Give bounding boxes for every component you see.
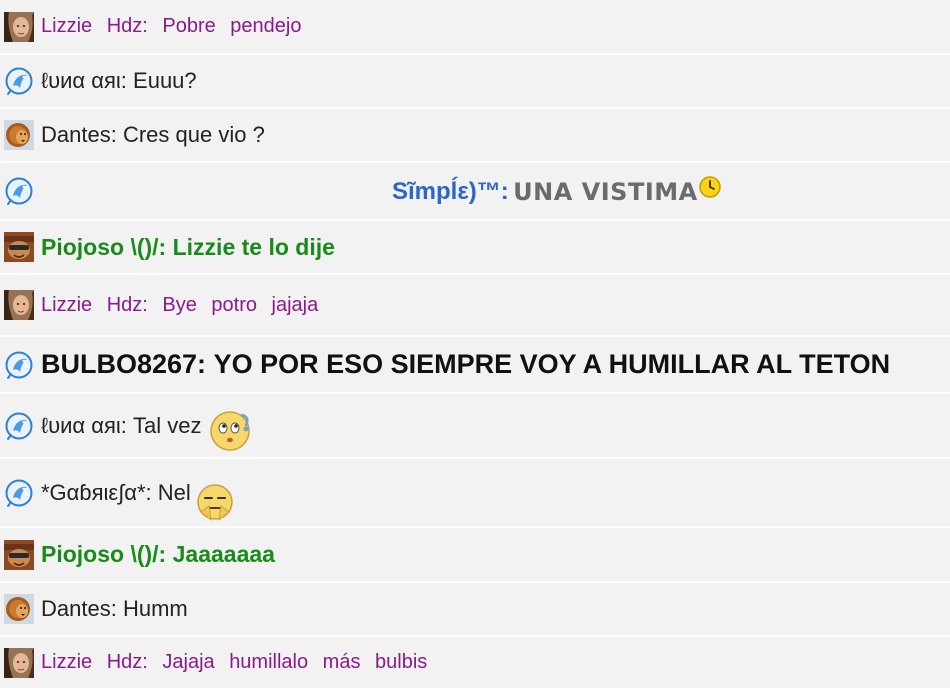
message-sender: Lizzie Hdz: (41, 293, 148, 316)
msn-bird-icon (5, 177, 33, 205)
piojoso-avatar (4, 539, 34, 570)
chat-message: Lizzie Hdz: Bye potro jajaja (0, 275, 950, 337)
chat-message: Piojoso \()/: Jaaaaaaa (0, 528, 950, 583)
chat-message: Dantes: Cres que vio ? (0, 109, 950, 163)
message-text: Bye potro jajaja (162, 293, 319, 316)
message-text: Pobre pendejo (162, 15, 302, 37)
lizzie-avatar (4, 290, 34, 320)
message-text: Lizzie te lo dije (172, 233, 335, 260)
chat-transcript: Lizzie Hdz: Pobre pendejo ℓυиα αяι: Euuu… (0, 0, 950, 688)
message-sender: Piojoso \()/: (41, 541, 167, 567)
piojoso-avatar (4, 232, 34, 262)
lizzie-avatar (4, 11, 34, 42)
lizzie-avatar (4, 647, 34, 678)
chat-message: Lizzie Hdz: Jajaja humillalo más bulbis (0, 637, 950, 688)
clock-emoticon (698, 176, 721, 198)
annoyed-emoticon (197, 483, 233, 521)
message-text: Jaaaaaaa (172, 541, 275, 567)
msn-bird-icon (5, 351, 33, 379)
msn-bird-icon (5, 479, 33, 507)
dantes-avatar (4, 594, 34, 624)
message-sender: Lizzie Hdz: (41, 651, 148, 673)
message-text: Tal vez (133, 412, 202, 438)
msn-bird-icon (5, 67, 33, 95)
message-text: Cres que vio ? (122, 122, 265, 147)
message-sender: Dantes: (41, 596, 117, 621)
message-sender: Dantes: (41, 122, 117, 147)
chat-message: ℓυиα αяι: Tal vez (0, 394, 950, 459)
chat-message: BULBO8267: YO POR ESO SIEMPRE VOY A HUMI… (0, 337, 950, 394)
message-sender: ℓυиα αяι: (41, 412, 127, 438)
message-sender: Piojoso \()/: (41, 233, 167, 260)
dantes-avatar (4, 120, 34, 150)
message-text: Euuu? (133, 68, 197, 93)
message-sender: Lizzie Hdz: (41, 15, 148, 37)
msn-bird-icon (5, 412, 33, 440)
message-sender: BULBO8267: (41, 349, 207, 379)
message-text: Humm (122, 596, 188, 621)
message-sender: ℓυиα αяι: (41, 68, 127, 93)
chat-message: Dantes: Humm (0, 583, 950, 637)
message-text: Jajaja humillalo más bulbis (162, 651, 428, 673)
chat-message: Piojoso \()/: Lizzie te lo dije (0, 221, 950, 275)
message-text: UNA VISTIMA (513, 178, 698, 206)
chat-message: Lizzie Hdz: Pobre pendejo (0, 0, 950, 55)
message-sender: Sĩmpĺε)™: (392, 178, 509, 205)
thinking-emoticon (209, 410, 250, 451)
message-text: YO POR ESO SIEMPRE VOY A HUMILLAR AL TET… (213, 349, 891, 379)
chat-message: Sĩmpĺε)™: UNA VISTIMA (0, 163, 950, 221)
chat-message: *Gαɓяιε∫α*: Nel (0, 459, 950, 528)
message-text: Nel (157, 479, 191, 505)
message-sender: *Gαɓяιε∫α*: (41, 479, 152, 505)
chat-message: ℓυиα αяι: Euuu? (0, 55, 950, 109)
